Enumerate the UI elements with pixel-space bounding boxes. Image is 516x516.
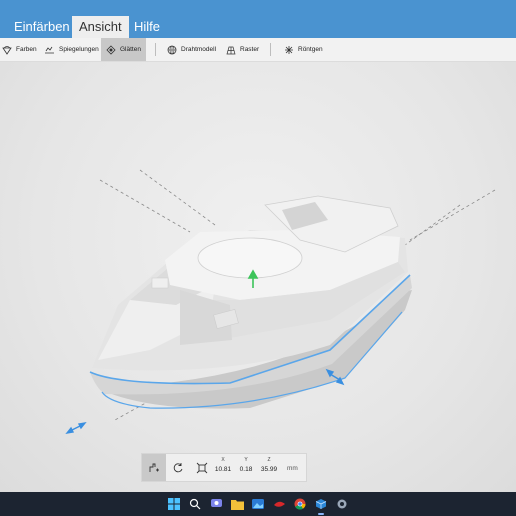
grid-label: Raster	[240, 46, 260, 53]
tab-einfaerben[interactable]: Einfärben	[7, 16, 77, 38]
xray-icon	[285, 45, 293, 54]
coord-y-label: Y	[244, 457, 248, 463]
move-tool-icon	[149, 463, 159, 472]
settings-icon[interactable]	[334, 496, 350, 512]
coord-z[interactable]: Z 35.99	[258, 456, 280, 476]
wireframe-button[interactable]: Drahtmodell	[167, 38, 216, 61]
windows-start-icon[interactable]	[166, 496, 182, 512]
cabin-roof	[197, 237, 303, 279]
scale-tool-icon	[196, 462, 208, 473]
coord-y-value: 0.18	[239, 466, 253, 473]
coord-x[interactable]: X 10.81	[212, 456, 234, 476]
reflections-label: Spiegelungen	[59, 46, 99, 53]
smooth-label: Glätten	[120, 46, 141, 53]
grid-icon	[226, 46, 236, 54]
rotate-tool-button[interactable]	[166, 454, 190, 481]
smooth-button[interactable]: Glätten	[101, 38, 146, 61]
transform-toolbar: X 10.81 Y 0.18 Z 35.99 mm	[141, 453, 307, 482]
3d-viewport[interactable]	[0, 62, 516, 492]
coord-y[interactable]: Y 0.18	[235, 456, 257, 476]
ribbon-toolbar: Farben Spiegelungen Glätten Drahtmodell …	[0, 38, 516, 62]
reflections-button[interactable]: Spiegelungen	[44, 38, 99, 61]
unit-label: mm	[287, 465, 298, 472]
tab-hilfe[interactable]: Hilfe	[127, 16, 167, 38]
tab-bar: Einfärben Ansicht Hilfe	[0, 0, 516, 38]
search-icon[interactable]	[187, 496, 203, 512]
colors-button[interactable]: Farben	[2, 38, 37, 61]
smooth-icon	[106, 44, 116, 55]
grid-button[interactable]: Raster	[226, 38, 259, 61]
scale-tool-button[interactable]	[190, 454, 214, 481]
move-tool-button[interactable]	[142, 454, 166, 481]
deck-cleat	[151, 277, 169, 289]
coord-z-value: 35.99	[260, 466, 278, 473]
file-explorer-icon[interactable]	[229, 496, 245, 512]
boat-model-scene	[65, 169, 496, 434]
rotate-tool-icon	[173, 462, 183, 472]
ribbon-divider-2	[270, 43, 271, 56]
ribbon-divider	[155, 43, 156, 56]
windows-taskbar	[0, 492, 516, 516]
coord-x-label: X	[221, 457, 225, 463]
coord-z-label: Z	[267, 457, 271, 463]
wireframe-label: Drahtmodell	[181, 46, 217, 53]
xray-button[interactable]: Röntgen	[284, 38, 323, 61]
3d-viewer-icon[interactable]	[313, 496, 329, 515]
tab-ansicht[interactable]: Ansicht	[72, 16, 129, 38]
colors-icon	[2, 45, 12, 55]
colors-label: Farben	[16, 46, 37, 53]
wireframe-icon	[167, 45, 177, 54]
photos-icon[interactable]	[250, 496, 266, 512]
app-red-icon[interactable]	[271, 496, 287, 512]
chat-icon[interactable]	[208, 496, 224, 512]
reflections-icon	[45, 46, 54, 53]
chrome-icon[interactable]	[292, 496, 308, 512]
coord-x-value: 10.81	[214, 466, 232, 473]
xray-label: Röntgen	[298, 46, 323, 53]
